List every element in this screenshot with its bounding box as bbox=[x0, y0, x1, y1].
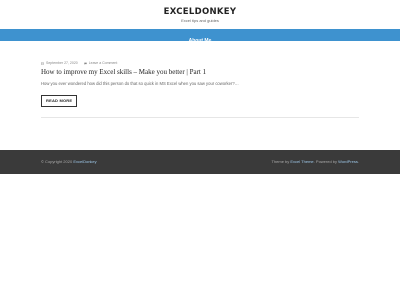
post-date[interactable]: September 27, 2020 bbox=[41, 61, 78, 66]
site-tagline: Excel tips and guides bbox=[181, 18, 219, 23]
calendar-icon bbox=[41, 62, 44, 65]
footer-copyright: © Copyright 2020 ExcelDonkey bbox=[41, 159, 97, 165]
post-excerpt: How you ever wondered how did this perso… bbox=[41, 81, 239, 86]
footer-copyright-prefix: © Copyright 2020 bbox=[41, 159, 73, 164]
post-title[interactable]: How to improve my Excel skills – Make yo… bbox=[41, 68, 359, 77]
post-comment-link[interactable]: Leave a Comment bbox=[84, 61, 118, 66]
read-more-button[interactable]: READ MORE bbox=[41, 95, 78, 107]
site-title[interactable]: EXCELDONKEY bbox=[0, 7, 400, 17]
site-footer: © Copyright 2020 ExcelDonkey Theme by Ex… bbox=[0, 150, 400, 174]
post-meta: September 27, 2020 Leave a Comment bbox=[41, 61, 359, 66]
footer-powered-suffix: . bbox=[357, 159, 359, 164]
footer-wordpress-link[interactable]: WordPress bbox=[338, 159, 358, 164]
footer-site-link[interactable]: ExcelDonkey bbox=[73, 159, 96, 164]
site-header: EXCELDONKEY Excel tips and guides bbox=[0, 0, 400, 29]
nav-item-about-me[interactable]: About Me bbox=[189, 35, 212, 47]
footer-powered-prefix: . Powered by bbox=[313, 159, 338, 164]
footer-credits: Theme by Excel Theme. Powered by WordPre… bbox=[271, 159, 359, 165]
comment-icon bbox=[84, 62, 87, 65]
footer-theme-prefix: Theme by bbox=[271, 159, 290, 164]
post-comment-text: Leave a Comment bbox=[88, 61, 118, 65]
post-date-text: September 27, 2020 bbox=[46, 61, 78, 65]
post-entry: September 27, 2020 Leave a Comment How t… bbox=[41, 61, 359, 107]
main-navigation: About Me bbox=[0, 29, 400, 44]
footer-theme-link[interactable]: Excel Theme bbox=[290, 159, 313, 164]
post-divider bbox=[41, 117, 359, 118]
